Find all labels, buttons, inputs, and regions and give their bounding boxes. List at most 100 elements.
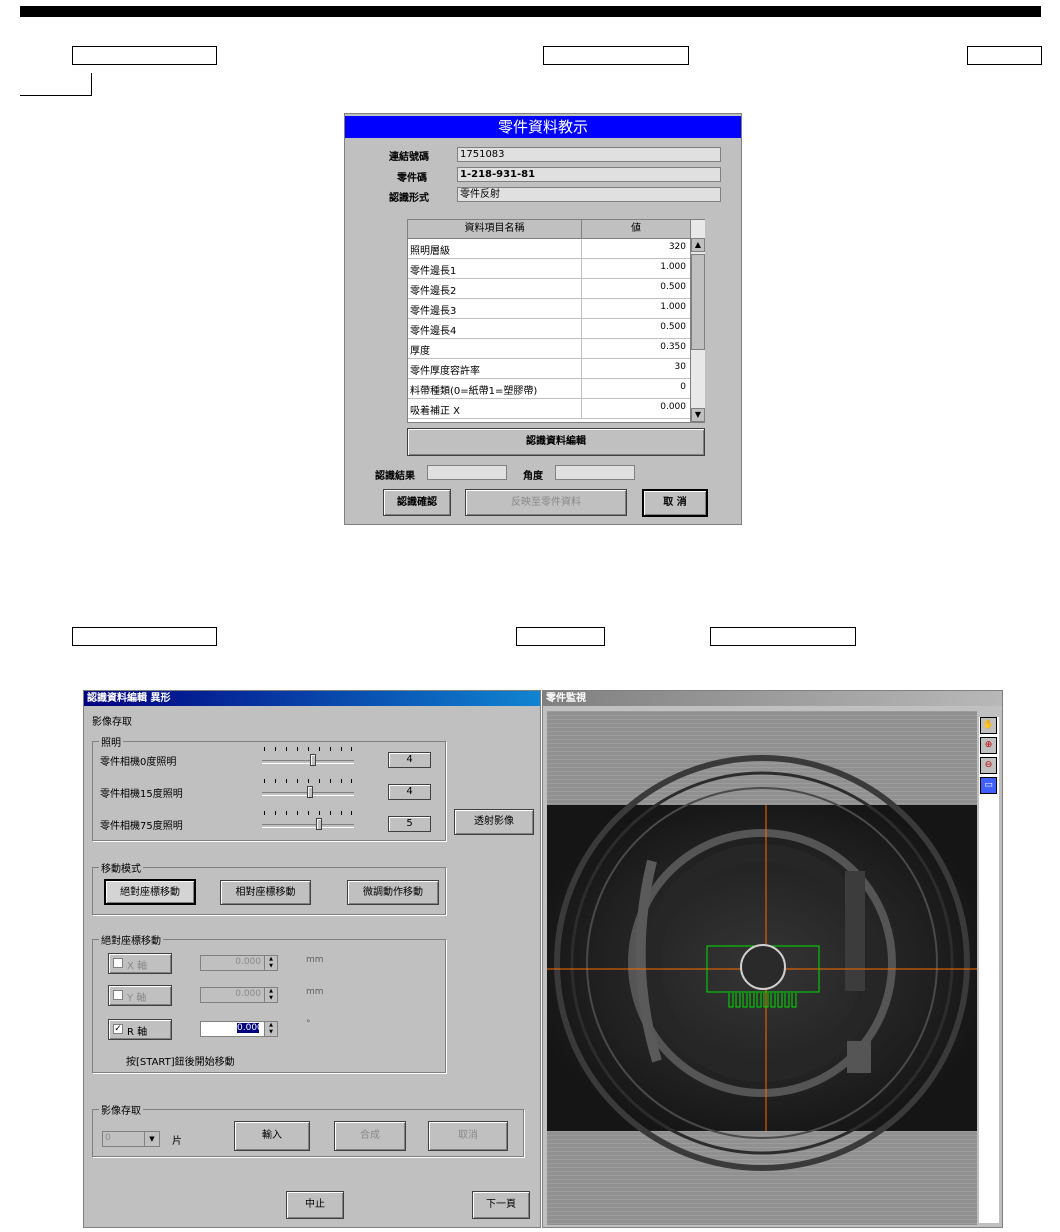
x-axis-checkbox[interactable] <box>113 958 123 968</box>
part-monitor-window: 零件監視 ✋ ⊕ ⊖ ▭ <box>542 690 1003 1228</box>
x-axis-unit: mm <box>306 955 324 965</box>
scan-area-bottom <box>547 1131 977 1225</box>
lighting-0deg-slider[interactable] <box>262 760 354 764</box>
relative-move-button[interactable]: 相對座標移動 <box>220 880 311 905</box>
callout-box-5 <box>72 627 217 646</box>
table-row[interactable]: 零件邊長1 1.000 <box>408 259 690 279</box>
row-name: 厚度 <box>410 346 430 357</box>
x-axis-label: X 軸 <box>127 961 148 972</box>
fine-move-button[interactable]: 微調動作移動 <box>347 880 439 905</box>
row-name: 料帶種類(0=紙帶1=塑膠帶) <box>410 386 538 397</box>
fit-icon[interactable]: ▭ <box>980 777 997 794</box>
camera-view[interactable] <box>547 711 977 1225</box>
next-page-button[interactable]: 下一頁 <box>472 1191 530 1219</box>
zoom-out-icon[interactable]: ⊖ <box>980 757 997 774</box>
table-row[interactable]: 零件厚度容許率 30 <box>408 359 690 379</box>
spinner-arrows-icon[interactable]: ▲ ▼ <box>264 1022 277 1036</box>
capture-count-select[interactable]: 0 ▼ <box>102 1131 160 1147</box>
absolute-move-group-label: 絕對座標移動 <box>99 932 163 947</box>
row-value: 0.000 <box>660 402 686 412</box>
column-header-value[interactable]: 値 <box>582 220 690 238</box>
y-axis-toggle[interactable]: Y 軸 <box>108 985 172 1006</box>
scroll-down-icon[interactable]: ▼ <box>691 408 705 422</box>
recognition-type-label: 認識形式 <box>389 193 429 204</box>
absolute-move-button[interactable]: 絕對座標移動 <box>104 879 196 905</box>
top-rule <box>20 6 1041 17</box>
x-axis-spinner[interactable]: 0.000 ▲ ▼ <box>200 955 278 971</box>
stop-button[interactable]: 中止 <box>286 1191 344 1219</box>
transmit-image-button[interactable]: 透射影像 <box>454 809 534 835</box>
lighting-75deg-slider-thumb[interactable] <box>316 818 323 830</box>
callout-box-3 <box>967 46 1042 65</box>
row-name: 吸着補正 X <box>410 406 461 417</box>
chevron-down-icon[interactable]: ▼ <box>144 1132 159 1146</box>
table-row[interactable]: 零件邊長4 0.500 <box>408 319 690 339</box>
data-table: 資料項目名稱 値 照明層級 320 零件邊長1 1.000 零件邊長2 0.500 零… <box>407 219 705 423</box>
table-row[interactable]: 零件邊長3 1.000 <box>408 299 690 319</box>
callout-box-7 <box>710 627 856 646</box>
x-axis-toggle[interactable]: X 軸 <box>108 953 172 974</box>
slider-ticks <box>264 811 352 817</box>
row-name: 零件厚度容許率 <box>410 366 480 377</box>
table-scrollbar[interactable]: ▲ ▼ <box>690 220 705 422</box>
recognition-edit-dialog: 認識資料編輯 異形 影像存取 照明 零件相機0度照明 4 零件相機15度照明 4… <box>83 690 541 1228</box>
r-axis-spinner[interactable]: 0.000 ▲ ▼ <box>200 1021 278 1037</box>
scroll-up-icon[interactable]: ▲ <box>691 238 705 252</box>
row-value: 320 <box>668 242 686 252</box>
confirm-recognition-button[interactable]: 認識確認 <box>383 489 451 516</box>
slider-ticks <box>264 779 352 785</box>
start-hint: 按[START]鈕後開始移動 <box>126 1057 235 1068</box>
socket-latch <box>847 1041 871 1073</box>
r-axis-checkbox[interactable]: ✓ <box>113 1024 123 1034</box>
apply-to-part-data-button[interactable]: 反映至零件資料 <box>465 489 627 516</box>
spinner-arrows-icon[interactable]: ▲ ▼ <box>264 988 277 1002</box>
lighting-15deg-slider-thumb[interactable] <box>306 786 313 798</box>
capture-group-label: 影像存取 <box>99 1102 143 1117</box>
lighting-75deg-label: 零件相機75度照明 <box>100 821 183 832</box>
hand-icon[interactable]: ✋ <box>980 717 997 734</box>
part-code-label: 零件碼 <box>397 173 427 184</box>
table-row[interactable]: 吸着補正 X 0.000 <box>408 399 690 419</box>
lighting-group-label: 照明 <box>99 734 123 749</box>
angle-field <box>555 465 635 480</box>
r-axis-toggle[interactable]: ✓ R 軸 <box>108 1019 172 1040</box>
row-value: 0.500 <box>660 322 686 332</box>
table-row[interactable]: 零件邊長2 0.500 <box>408 279 690 299</box>
table-row[interactable]: 厚度 0.350 <box>408 339 690 359</box>
lighting-0deg-slider-thumb[interactable] <box>309 754 316 766</box>
dialog-title: 零件資料教示 <box>345 116 741 138</box>
part-target-circle <box>740 944 786 990</box>
y-axis-checkbox[interactable] <box>113 990 123 1000</box>
table-header: 資料項目名稱 値 <box>408 220 690 239</box>
lighting-0deg-value: 4 <box>388 752 431 768</box>
capture-merge-button[interactable]: 合成 <box>334 1121 406 1151</box>
y-axis-label: Y 軸 <box>127 993 147 1004</box>
cancel-button[interactable]: 取 消 <box>642 489 708 517</box>
capture-input-button[interactable]: 輸入 <box>234 1121 310 1151</box>
callout-box-6 <box>516 627 605 646</box>
zoom-in-icon[interactable]: ⊕ <box>980 737 997 754</box>
table-row[interactable]: 照明層級 320 <box>408 239 690 259</box>
column-header-name[interactable]: 資料項目名稱 <box>408 220 582 238</box>
lighting-15deg-value: 4 <box>388 784 431 800</box>
edit-recognition-data-button[interactable]: 認識資料編輯 <box>407 428 705 456</box>
row-name: 照明層級 <box>410 246 450 257</box>
y-axis-spinner[interactable]: 0.000 ▲ ▼ <box>200 987 278 1003</box>
row-value: 0.350 <box>660 342 686 352</box>
section-title: 影像存取 <box>92 717 132 728</box>
angle-label: 角度 <box>523 471 543 482</box>
row-value: 30 <box>674 362 686 372</box>
part-code-field: 1-218-931-81 <box>457 167 721 182</box>
row-value: 0.500 <box>660 282 686 292</box>
result-field <box>427 465 507 480</box>
dialog-title: 認識資料編輯 異形 <box>84 691 540 706</box>
table-row[interactable]: 料帶種類(0=紙帶1=塑膠帶) 0 <box>408 379 690 399</box>
lighting-75deg-slider[interactable] <box>262 824 354 828</box>
capture-cancel-button[interactable]: 取消 <box>428 1121 508 1151</box>
r-axis-value[interactable]: 0.000 <box>237 1023 263 1033</box>
callout-box-1 <box>72 46 217 65</box>
scroll-thumb[interactable] <box>691 254 705 350</box>
row-value: 1.000 <box>660 302 686 312</box>
spinner-arrows-icon[interactable]: ▲ ▼ <box>264 956 277 970</box>
slider-ticks <box>264 747 352 753</box>
